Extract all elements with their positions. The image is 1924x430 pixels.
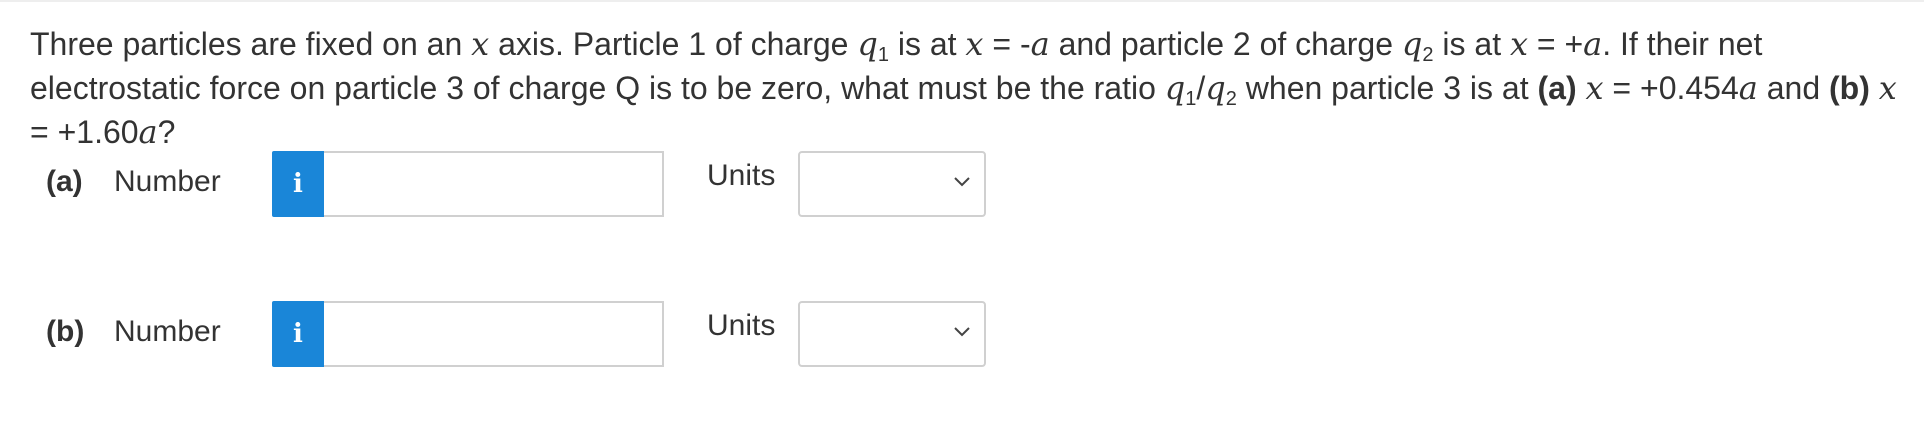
number-label: Number — [114, 165, 221, 198]
info-button[interactable]: i — [272, 151, 324, 217]
units-dropdown-a[interactable] — [798, 151, 986, 217]
number-input-b[interactable] — [324, 301, 664, 367]
chevron-down-icon — [954, 327, 970, 337]
units-dropdown-b[interactable] — [798, 301, 986, 367]
top-divider — [0, 0, 1924, 2]
units-label: Units — [707, 309, 776, 342]
part-label: (b) — [46, 315, 85, 348]
info-icon: i — [293, 169, 303, 199]
number-input-a[interactable] — [324, 151, 664, 217]
part-label: (a) — [46, 165, 83, 198]
info-button[interactable]: i — [272, 301, 324, 367]
number-label: Number — [114, 315, 221, 348]
answer-row-a: (a) Number i Units — [0, 151, 1000, 217]
question-text: Three particles are fixed on an x axis. … — [30, 25, 1897, 151]
chevron-down-icon — [954, 177, 970, 187]
units-label: Units — [707, 159, 776, 192]
info-icon: i — [293, 319, 303, 349]
answer-row-b: (b) Number i Units — [0, 301, 1000, 367]
